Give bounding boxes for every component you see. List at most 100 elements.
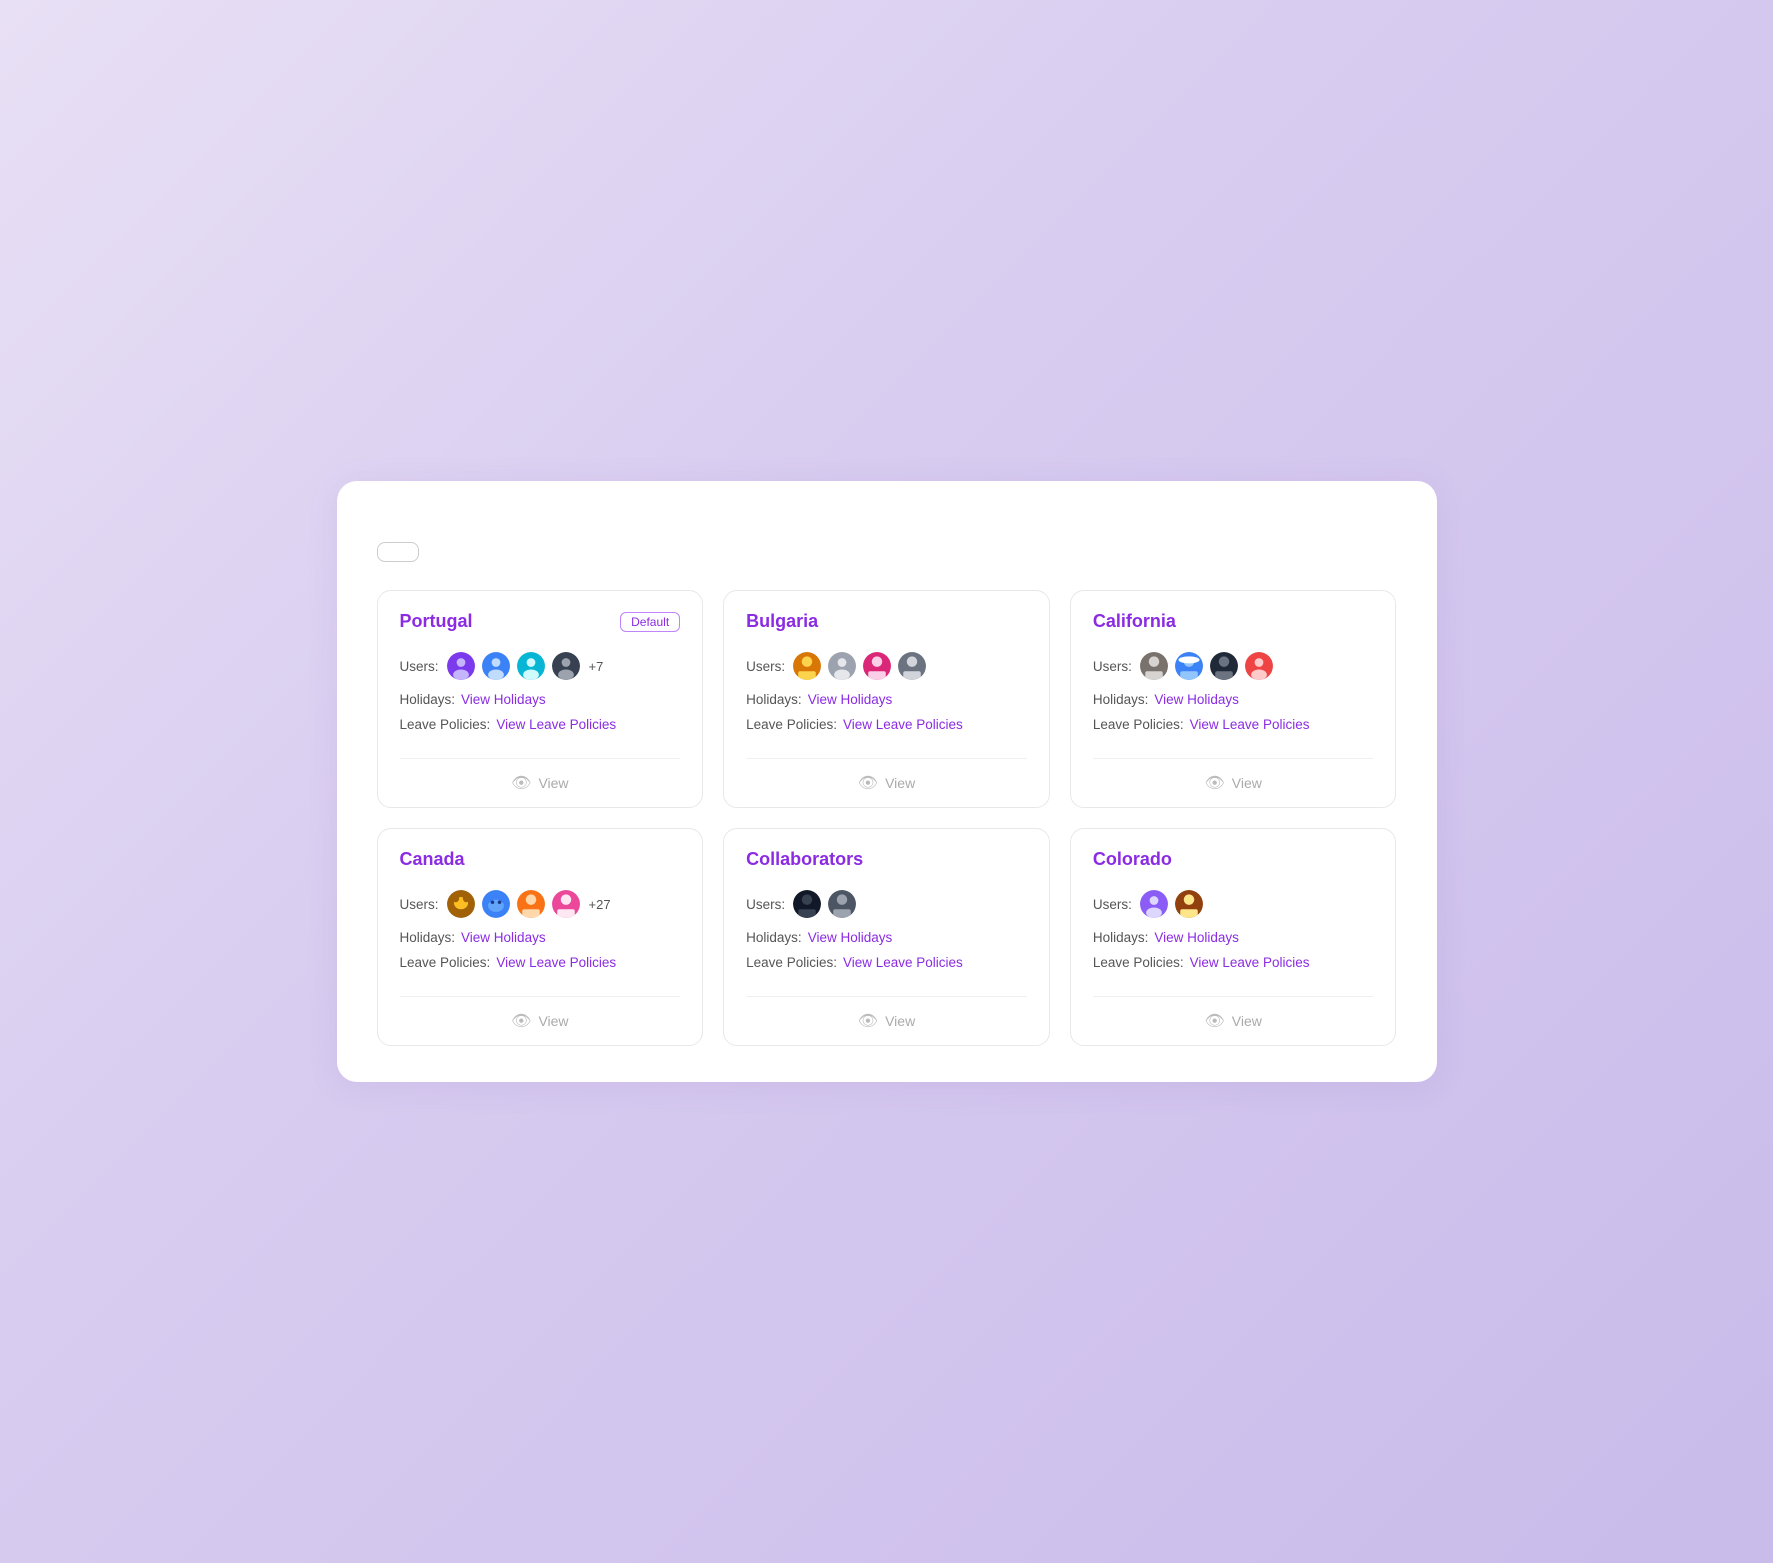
location-card-collaborators: Collaborators Users: Holidays: View Holi… — [723, 828, 1050, 1046]
holidays-label: Holidays: — [746, 692, 802, 707]
users-row: Users: — [746, 650, 1027, 682]
view-leave-policies-link[interactable]: View Leave Policies — [843, 717, 963, 732]
location-name: California — [1093, 611, 1176, 632]
leave-row: Leave Policies: View Leave Policies — [746, 717, 1027, 732]
holidays-row: Holidays: View Holidays — [1093, 930, 1374, 945]
view-label: View — [538, 1013, 568, 1029]
users-label: Users: — [400, 659, 439, 674]
view-holidays-link[interactable]: View Holidays — [461, 692, 546, 707]
user-avatar — [515, 888, 547, 920]
view-leave-policies-link[interactable]: View Leave Policies — [496, 717, 616, 732]
holidays-row: Holidays: View Holidays — [746, 930, 1027, 945]
eye-icon: 👁 — [511, 773, 531, 793]
view-footer[interactable]: 👁 View — [400, 996, 681, 1045]
leave-row: Leave Policies: View Leave Policies — [1093, 955, 1374, 970]
eye-icon: 👁 — [1204, 773, 1224, 793]
card-header: Colorado — [1093, 849, 1374, 870]
holidays-row: Holidays: View Holidays — [400, 930, 681, 945]
default-badge: Default — [620, 612, 680, 632]
location-name: Portugal — [400, 611, 473, 632]
users-label: Users: — [1093, 897, 1132, 912]
user-avatar — [515, 650, 547, 682]
leave-row: Leave Policies: View Leave Policies — [400, 955, 681, 970]
holidays-row: Holidays: View Holidays — [400, 692, 681, 707]
leave-label: Leave Policies: — [1093, 955, 1184, 970]
view-label: View — [885, 775, 915, 791]
leave-label: Leave Policies: — [746, 955, 837, 970]
view-leave-policies-link[interactable]: View Leave Policies — [843, 955, 963, 970]
leave-label: Leave Policies: — [400, 955, 491, 970]
users-row: Users: — [1093, 888, 1374, 920]
avatars-list — [791, 650, 928, 682]
user-avatar — [1208, 650, 1240, 682]
view-footer[interactable]: 👁 View — [746, 996, 1027, 1045]
users-row: Users: — [1093, 650, 1374, 682]
user-avatar — [480, 650, 512, 682]
user-avatar — [826, 650, 858, 682]
view-footer[interactable]: 👁 View — [746, 758, 1027, 807]
location-card-canada: Canada Users: +27 Holidays: View Holiday… — [377, 828, 704, 1046]
leave-row: Leave Policies: View Leave Policies — [400, 717, 681, 732]
leave-label: Leave Policies: — [746, 717, 837, 732]
view-footer[interactable]: 👁 View — [400, 758, 681, 807]
view-leave-policies-link[interactable]: View Leave Policies — [1190, 955, 1310, 970]
holidays-row: Holidays: View Holidays — [746, 692, 1027, 707]
holidays-label: Holidays: — [1093, 692, 1149, 707]
leave-label: Leave Policies: — [1093, 717, 1184, 732]
users-label: Users: — [746, 659, 785, 674]
view-leave-policies-link[interactable]: View Leave Policies — [496, 955, 616, 970]
avatars-list: +27 — [445, 888, 611, 920]
holidays-label: Holidays: — [400, 692, 456, 707]
view-holidays-link[interactable]: View Holidays — [808, 930, 893, 945]
location-card-california: California Users: Holidays: View Holiday… — [1070, 590, 1397, 808]
user-avatar — [550, 650, 582, 682]
location-card-bulgaria: Bulgaria Users: Holidays: View Holidays … — [723, 590, 1050, 808]
view-holidays-link[interactable]: View Holidays — [1154, 692, 1239, 707]
card-header: California — [1093, 611, 1374, 632]
view-holidays-link[interactable]: View Holidays — [1154, 930, 1239, 945]
location-card-colorado: Colorado Users: Holidays: View Holidays … — [1070, 828, 1397, 1046]
users-label: Users: — [400, 897, 439, 912]
eye-icon: 👁 — [511, 1011, 531, 1031]
eye-icon: 👁 — [858, 1011, 878, 1031]
view-label: View — [1232, 775, 1262, 791]
create-location-button[interactable] — [377, 542, 419, 562]
user-avatar — [826, 888, 858, 920]
avatars-list — [1138, 650, 1275, 682]
users-row: Users: +27 — [400, 888, 681, 920]
location-name: Canada — [400, 849, 465, 870]
eye-icon: 👁 — [1204, 1011, 1224, 1031]
holidays-label: Holidays: — [400, 930, 456, 945]
user-avatar — [1243, 650, 1275, 682]
user-avatar — [791, 650, 823, 682]
locations-grid: Portugal Default Users: +7 Holidays: Vie… — [377, 590, 1397, 1046]
leave-row: Leave Policies: View Leave Policies — [1093, 717, 1374, 732]
avatars-list: +7 — [445, 650, 604, 682]
users-label: Users: — [746, 897, 785, 912]
view-holidays-link[interactable]: View Holidays — [808, 692, 893, 707]
avatar-count: +7 — [589, 659, 604, 674]
card-header: Bulgaria — [746, 611, 1027, 632]
user-avatar — [861, 650, 893, 682]
view-holidays-link[interactable]: View Holidays — [461, 930, 546, 945]
view-leave-policies-link[interactable]: View Leave Policies — [1190, 717, 1310, 732]
card-header: Portugal Default — [400, 611, 681, 632]
location-name: Colorado — [1093, 849, 1172, 870]
holidays-label: Holidays: — [746, 930, 802, 945]
user-avatar — [1138, 650, 1170, 682]
view-footer[interactable]: 👁 View — [1093, 996, 1374, 1045]
user-avatar — [445, 888, 477, 920]
user-avatar — [550, 888, 582, 920]
user-avatar — [791, 888, 823, 920]
avatar-count: +27 — [589, 897, 611, 912]
location-name: Collaborators — [746, 849, 863, 870]
locations-panel: Portugal Default Users: +7 Holidays: Vie… — [337, 481, 1437, 1082]
location-name: Bulgaria — [746, 611, 818, 632]
view-footer[interactable]: 👁 View — [1093, 758, 1374, 807]
user-avatar — [1138, 888, 1170, 920]
card-header: Collaborators — [746, 849, 1027, 870]
users-row: Users: +7 — [400, 650, 681, 682]
users-row: Users: — [746, 888, 1027, 920]
user-avatar — [445, 650, 477, 682]
user-avatar — [1173, 650, 1205, 682]
